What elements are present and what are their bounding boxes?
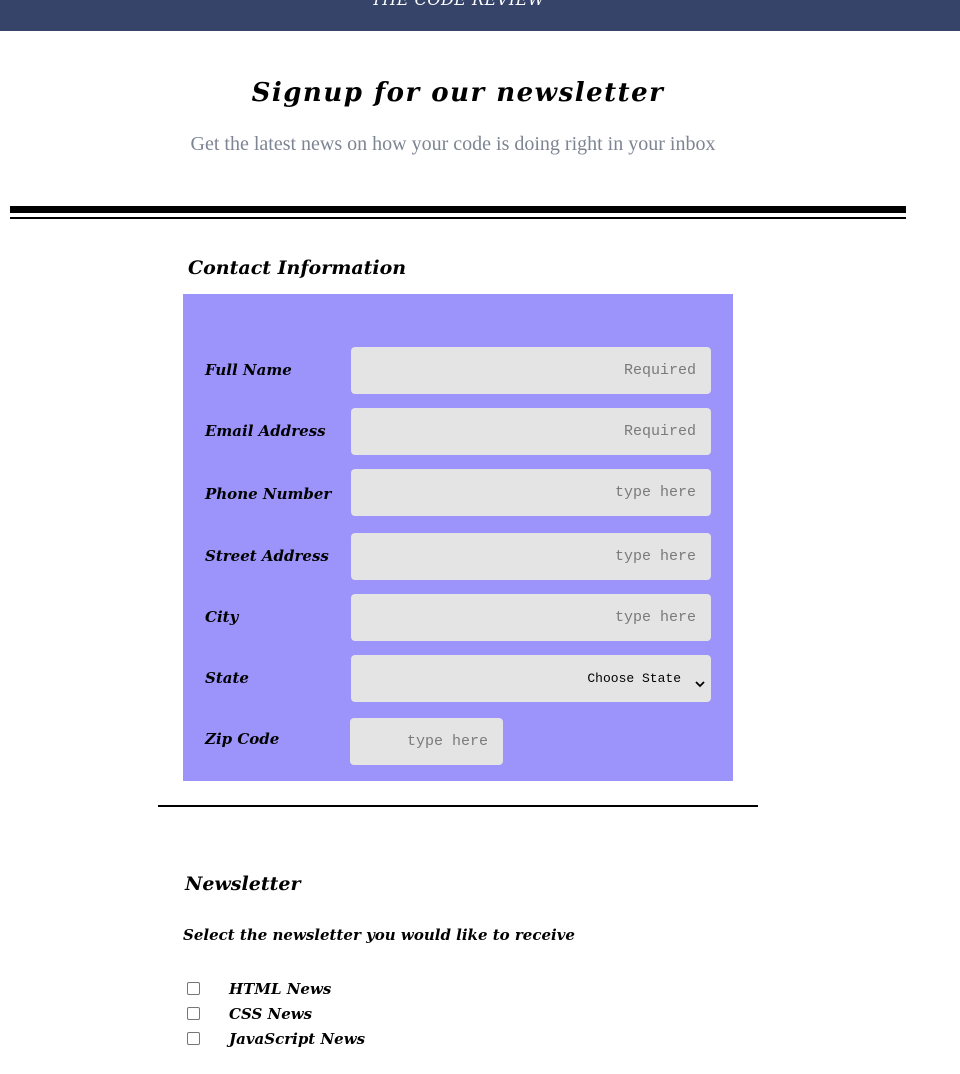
newsletter-intro: Select the newsletter you would like to … — [183, 926, 575, 944]
zip-label: Zip Code — [205, 730, 280, 748]
html-news-label: HTML News — [229, 980, 332, 998]
zip-input[interactable] — [350, 718, 503, 765]
page-title: Signup for our newsletter — [251, 78, 665, 108]
phone-input[interactable] — [351, 469, 711, 516]
full-name-input[interactable] — [351, 347, 711, 394]
contact-section-title: Contact Information — [188, 257, 407, 279]
full-name-label: Full Name — [205, 361, 292, 379]
section-divider-thick — [10, 206, 906, 213]
state-select-value: Choose State — [587, 671, 681, 686]
brand-title: THE CODE REVIEW — [0, 0, 916, 10]
chevron-down-icon — [695, 674, 705, 687]
form-divider — [158, 805, 758, 807]
css-news-checkbox[interactable] — [187, 1007, 200, 1020]
page-subtitle: Get the latest news on how your code is … — [190, 133, 716, 155]
city-input[interactable] — [351, 594, 711, 641]
state-select[interactable]: Choose State — [351, 655, 711, 702]
email-label: Email Address — [205, 422, 326, 440]
street-label: Street Address — [205, 547, 329, 565]
html-news-checkbox[interactable] — [187, 982, 200, 995]
street-input[interactable] — [351, 533, 711, 580]
top-nav-bar: THE CODE REVIEW — [0, 0, 960, 31]
css-news-label: CSS News — [229, 1005, 313, 1023]
section-divider-thin — [10, 217, 906, 219]
email-input[interactable] — [351, 408, 711, 455]
newsletter-section-title: Newsletter — [185, 873, 301, 895]
state-label: State — [205, 669, 249, 687]
city-label: City — [205, 608, 239, 626]
phone-label: Phone Number — [205, 485, 332, 503]
javascript-news-checkbox[interactable] — [187, 1032, 200, 1045]
javascript-news-label: JavaScript News — [229, 1030, 366, 1048]
